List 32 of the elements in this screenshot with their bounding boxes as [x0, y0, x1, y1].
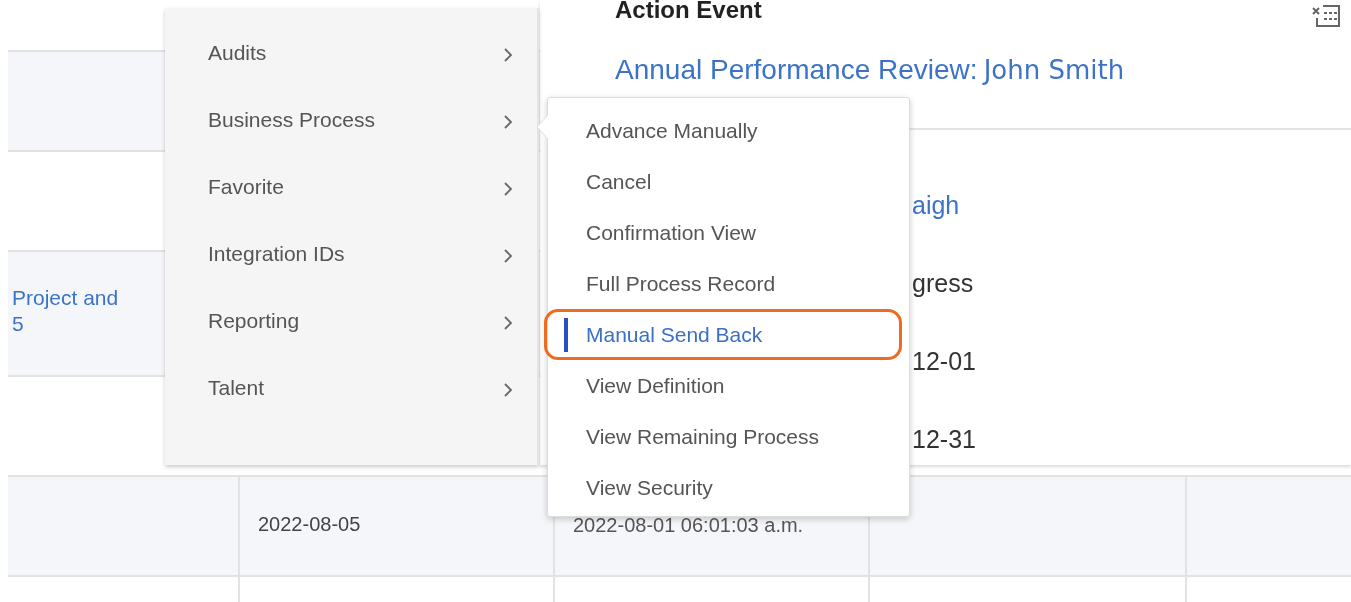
submenu-item[interactable]: Cancel	[548, 156, 909, 207]
chevron-right-icon	[503, 315, 513, 331]
menu-item[interactable]: Reporting	[165, 309, 537, 376]
menu-item[interactable]: Integration IDs	[165, 242, 537, 309]
table-cell: 2022-08-01 06:01:03 a.m.	[573, 514, 804, 537]
submenu-item[interactable]: Advance Manually	[548, 105, 909, 156]
table-link[interactable]: Project and	[12, 286, 119, 310]
menu-item[interactable]: Business Process	[165, 108, 537, 175]
submenu-item[interactable]: Full Process Record	[548, 258, 909, 309]
table-cell: 2022-08-05	[258, 513, 361, 536]
chevron-right-icon	[503, 47, 513, 63]
subject-name[interactable]: John Smith	[983, 55, 1125, 85]
field-value: gress	[912, 268, 975, 298]
menu-item[interactable]: Favorite	[165, 175, 537, 242]
chevron-right-icon	[503, 181, 513, 197]
panel-title: Action Event	[615, 0, 762, 24]
chevron-right-icon	[503, 114, 513, 130]
submenu-item[interactable]: Confirmation View	[548, 207, 909, 258]
chevron-right-icon	[503, 248, 513, 264]
field-value[interactable]: aigh	[912, 190, 976, 220]
field-value: 12-31	[912, 424, 976, 454]
export-grid-icon[interactable]	[1309, 2, 1341, 28]
submenu-item[interactable]: View Security	[548, 462, 909, 513]
submenu-item[interactable]: View Definition	[548, 360, 909, 411]
submenu-item[interactable]: View Remaining Process	[548, 411, 909, 462]
menu-item[interactable]: Audits	[165, 41, 537, 108]
menu-item[interactable]: Talent	[165, 376, 537, 443]
subject-link[interactable]: Annual Performance Review:	[615, 54, 978, 86]
submenu-item[interactable]: Manual Send Back	[548, 309, 909, 360]
table-link[interactable]: 5	[12, 312, 119, 336]
field-value: 12-01	[912, 346, 976, 376]
chevron-right-icon	[503, 382, 513, 398]
